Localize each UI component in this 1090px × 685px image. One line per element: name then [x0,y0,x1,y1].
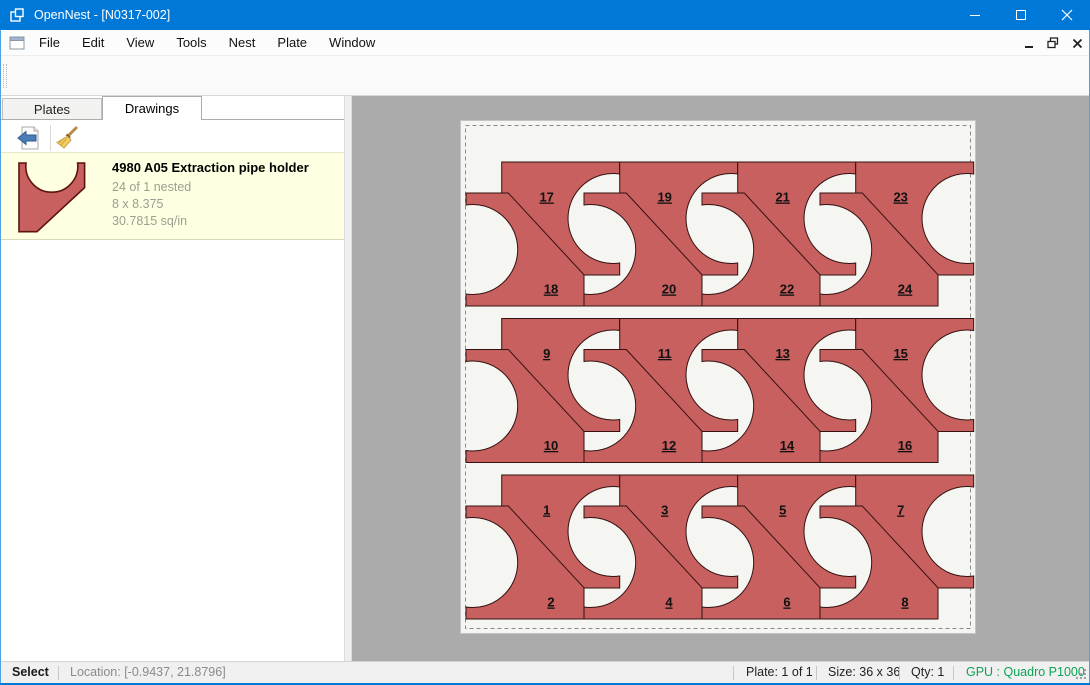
drawing-nested-count: 24 of 1 nested [112,179,309,196]
window-title: OpenNest - [N0317-002] [34,0,170,30]
part-label: 24 [898,282,913,297]
part-label: 20 [662,282,676,297]
part-label: 1 [543,503,550,518]
status-bar: Select Location: [-0.9437, 21.8796] Plat… [0,661,1090,683]
menu-bar: File Edit View Tools Nest Plate Window [0,30,1090,56]
plate-svg: 123456789101112131415161718192021222324 [460,120,976,634]
menu-plate[interactable]: Plate [266,30,318,56]
sidebar-panel: Plates Drawings [0,96,344,661]
menu-window[interactable]: Window [318,30,386,56]
tab-drawings[interactable]: Drawings [102,96,202,120]
drawing-info: 4980 A05 Extraction pipe holder 24 of 1 … [112,160,309,230]
drawing-list-item[interactable]: 4980 A05 Extraction pipe holder 24 of 1 … [0,152,344,240]
part-label: 23 [893,190,907,205]
title-bar: OpenNest - [N0317-002] [0,0,1090,30]
mdi-close-icon[interactable] [1070,36,1084,50]
part-label: 11 [658,346,672,361]
part-label: 12 [662,438,676,453]
part-label: 10 [544,438,558,453]
status-location: Location: [-0.9437, 21.8796] [70,662,226,683]
nesting-canvas[interactable]: 123456789101112131415161718192021222324 [352,96,1090,661]
mdi-window-controls [1022,30,1084,56]
close-button[interactable] [1044,0,1090,30]
status-separator [816,666,817,680]
main-toolbar: Engine: Default Auto Nest [0,56,1090,96]
menu-tools[interactable]: Tools [165,30,217,56]
application-window: OpenNest - [N0317-002] File Edit View To… [0,0,1090,685]
part-label: 3 [661,503,668,518]
plate-sheet: 123456789101112131415161718192021222324 [460,120,976,634]
menu-view[interactable]: View [115,30,165,56]
part-label: 7 [897,503,904,518]
mdi-minimize-icon[interactable] [1022,36,1036,50]
part-label: 15 [893,346,907,361]
window-border [0,30,1,683]
drawing-title: 4980 A05 Extraction pipe holder [112,160,309,175]
drawings-toolbar [0,121,344,155]
panel-splitter[interactable] [344,96,352,661]
toolbar-separator [50,125,51,151]
minimize-button[interactable] [952,0,998,30]
status-separator [953,666,954,680]
part-label: 13 [775,346,789,361]
status-plate: Plate: 1 of 1 [746,662,813,683]
status-separator [733,666,734,680]
mdi-restore-icon[interactable] [1046,36,1060,50]
status-mode: Select [12,662,49,683]
clean-broom-icon[interactable] [53,124,81,152]
part-label: 5 [779,503,786,518]
part-label: 14 [780,438,795,453]
drawing-area: 30.7815 sq/in [112,213,309,230]
menu-file[interactable]: File [28,30,71,56]
part-label: 4 [665,595,673,610]
part-label: 18 [544,282,558,297]
status-size: Size: 36 x 36 [828,662,900,683]
part-label: 19 [657,190,671,205]
part-label: 22 [780,282,794,297]
menu-nest[interactable]: Nest [218,30,267,56]
sidebar-tabs: Plates Drawings [0,96,344,120]
menu-edit[interactable]: Edit [71,30,115,56]
maximize-button[interactable] [998,0,1044,30]
mdi-document-icon[interactable] [9,36,25,50]
status-gpu: GPU : Quadro P1000 [966,662,1085,683]
part-label: 21 [775,190,789,205]
workspace: Plates Drawings [0,96,1090,661]
toolbar-grip[interactable] [3,64,7,88]
menu-items: File Edit View Tools Nest Plate Window [28,30,386,56]
part-thumbnail [18,162,86,233]
part-label: 9 [543,346,550,361]
status-separator [899,666,900,680]
part-label: 6 [783,595,790,610]
drawing-size: 8 x 8.375 [112,196,309,213]
part-label: 2 [547,595,554,610]
part-label: 17 [539,190,553,205]
app-icon [9,7,25,23]
part-label: 8 [901,595,908,610]
resize-grip-icon[interactable] [1075,668,1087,680]
send-to-plate-icon[interactable] [14,124,42,152]
part-label: 16 [898,438,912,453]
tab-plates[interactable]: Plates [2,98,102,120]
status-separator [58,666,59,680]
status-qty: Qty: 1 [911,662,944,683]
